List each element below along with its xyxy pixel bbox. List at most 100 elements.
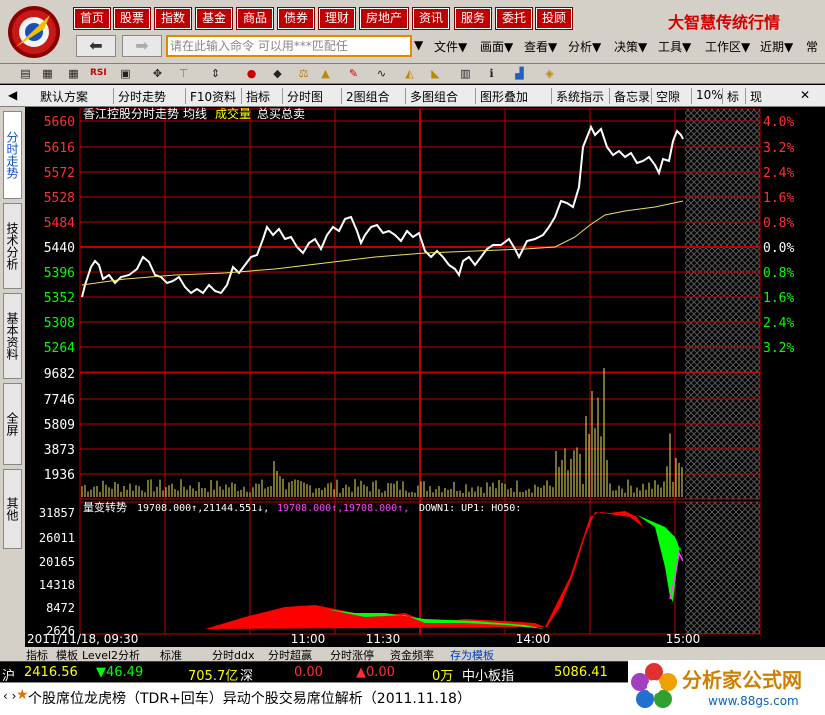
time-label-1500: 15:00 <box>666 632 701 646</box>
sz-index[interactable]: 0.00 <box>294 665 323 680</box>
menu-item-1[interactable]: 画面▼ <box>480 38 513 55</box>
tab-13[interactable]: 现 <box>750 88 762 105</box>
info-icon[interactable]: ℹ <box>484 66 499 81</box>
left-tab-0[interactable]: 分时走势 <box>3 111 22 199</box>
menu-item-0[interactable]: 文件▼ <box>434 38 467 55</box>
kline-icon[interactable]: ▤ <box>18 66 33 81</box>
window-icon[interactable]: ▣ <box>118 66 133 81</box>
draw-icon[interactable]: ⊤ <box>176 66 191 81</box>
menu-item-5[interactable]: 工具▼ <box>658 38 691 55</box>
bell-icon[interactable]: ▲ <box>318 66 333 81</box>
stats-icon[interactable]: ▟ <box>512 66 527 81</box>
price-tick-label: 5308 <box>44 316 75 331</box>
ruler-icon[interactable]: ◣ <box>428 66 443 81</box>
ticker-text[interactable]: 个股席位龙虎榜（TDR+回车）异动个股交易席位解析（2011.11.18） <box>28 688 471 708</box>
indicator-value-2: 21144.551↓, <box>203 503 269 514</box>
volume-tick-label: 3873 <box>44 443 75 458</box>
intraday-chart[interactable]: 5660 4.0% 5616 3.2% 5572 2.4% 5528 1.6% 5484 0.8%… <box>25 107 825 647</box>
tab-0[interactable]: 默认方案 <box>40 88 88 105</box>
tab-7[interactable]: 图形叠加 <box>480 88 528 105</box>
tab-11[interactable]: 10% <box>696 88 723 102</box>
menu-item-2[interactable]: 查看▼ <box>524 38 557 55</box>
tab-separator <box>241 88 242 104</box>
tab-2[interactable]: F10资料 <box>190 88 236 105</box>
graph-icon[interactable]: ∿ <box>374 66 389 81</box>
nav-button-6[interactable]: 理财 <box>318 7 356 30</box>
menu-item-8[interactable]: 常 <box>806 38 818 55</box>
tab-separator <box>185 88 186 104</box>
left-tab-1[interactable]: 技术分析 <box>3 203 22 289</box>
sz-change: ▲0.00 <box>356 665 395 680</box>
doc-icon[interactable]: ▥ <box>458 66 473 81</box>
indicator-tick-label: 31857 <box>39 506 75 520</box>
after-close-area <box>685 109 760 499</box>
brand-title: 大智慧传统行情 <box>668 13 781 32</box>
diamond-icon[interactable]: ◆ <box>270 66 285 81</box>
nav-button-7[interactable]: 房地产 <box>359 7 409 30</box>
back-button[interactable]: ⬅ <box>76 35 116 57</box>
rsi-icon[interactable]: RSI <box>90 66 107 81</box>
sh-index[interactable]: 2416.56 <box>24 665 78 680</box>
nav-button-11[interactable]: 投顾 <box>535 7 573 30</box>
volume-tick-label: 7746 <box>44 393 75 408</box>
tab-1[interactable]: 分时走势 <box>118 88 166 105</box>
menu-item-3[interactable]: 分析▼ <box>568 38 601 55</box>
tab-separator <box>341 88 342 104</box>
forward-button[interactable]: ➡ <box>122 35 162 57</box>
pct-tick-label: 0.0% <box>763 241 794 256</box>
tab-6[interactable]: 多图组合 <box>410 88 458 105</box>
tab-separator <box>609 88 610 104</box>
menu-item-7[interactable]: 近期▼ <box>760 38 793 55</box>
menu-item-6[interactable]: 工作区▼ <box>705 38 750 55</box>
tab-9[interactable]: 备忘录 <box>614 88 650 105</box>
nav-button-3[interactable]: 基金 <box>195 7 233 30</box>
nav-button-2[interactable]: 指数 <box>154 7 192 30</box>
edit-icon[interactable]: ✎ <box>346 66 361 81</box>
tab-separator <box>405 88 406 104</box>
nav-button-5[interactable]: 债券 <box>277 7 315 30</box>
command-input[interactable]: 请在此输入命令 可以用***匹配任 <box>166 35 412 57</box>
command-dropdown-icon[interactable]: ▼ <box>414 38 423 52</box>
zxb-index[interactable]: 5086.41 <box>554 665 608 680</box>
tab-separator <box>651 88 652 104</box>
ticker-arrows-icon[interactable]: ‹ › <box>3 689 16 703</box>
tab-5[interactable]: 2图组合 <box>346 88 390 105</box>
balance-icon[interactable]: ⚖ <box>296 66 311 81</box>
grid-icon[interactable]: ▦ <box>66 66 81 81</box>
indicator-name: 量变转势 <box>83 500 127 514</box>
watermark-url: www.88gs.com <box>708 694 799 708</box>
nav-button-4[interactable]: 商品 <box>236 7 274 30</box>
left-tab-4[interactable]: 其他 <box>3 469 22 549</box>
left-tab-2[interactable]: 基本资料 <box>3 293 22 379</box>
pct-tick-label: 4.0% <box>763 115 794 130</box>
nav-button-10[interactable]: 委托 <box>495 7 533 30</box>
star-icon: ★ <box>16 687 29 703</box>
close-icon[interactable]: ✕ <box>800 88 810 102</box>
triangle-icon[interactable]: ◭ <box>402 66 417 81</box>
tab-12[interactable]: 标 <box>727 88 739 105</box>
tab-4[interactable]: 分时图 <box>287 88 323 105</box>
nav-button-0[interactable]: 首页 <box>73 7 111 30</box>
nav-button-8[interactable]: 资讯 <box>412 7 450 30</box>
scale-icon[interactable]: ⇕ <box>208 66 223 81</box>
dzh-logo-icon[interactable] <box>4 3 64 61</box>
tabbar-left-arrow-icon[interactable]: ◀ <box>8 88 17 102</box>
tab-8[interactable]: 系统指示 <box>556 88 604 105</box>
nav-button-1[interactable]: 股票 <box>113 7 151 30</box>
pct-tick-label: 2.4% <box>763 316 794 331</box>
move-icon[interactable]: ✥ <box>150 66 165 81</box>
chart-icon[interactable]: ▦ <box>40 66 55 81</box>
menu-item-4[interactable]: 决策▼ <box>614 38 647 55</box>
indicator-value-5: DOWN1: UP1: HO50: <box>419 503 521 514</box>
time-label-1130: 11:30 <box>366 632 401 646</box>
tab-10[interactable]: 空隙 <box>656 88 680 105</box>
tab-3[interactable]: 指标 <box>246 88 270 105</box>
tab-separator <box>745 88 746 104</box>
price-tick-label: 5264 <box>44 341 75 356</box>
help-icon[interactable]: ◈ <box>542 66 557 81</box>
dots-icon[interactable]: ● <box>244 66 259 81</box>
price-tick-label: 5352 <box>44 291 75 306</box>
left-tab-3[interactable]: 全屏 <box>3 383 22 465</box>
tab-separator <box>282 88 283 104</box>
nav-button-9[interactable]: 服务 <box>454 7 492 30</box>
